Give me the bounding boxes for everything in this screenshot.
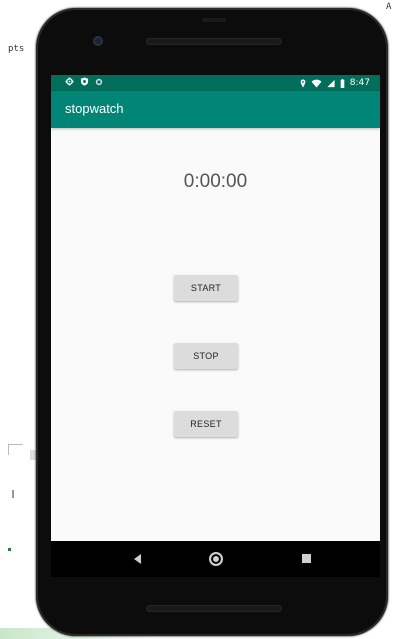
status-bar-system: 8:47	[300, 77, 370, 89]
shield-icon	[80, 77, 89, 86]
background-editor-gutter	[0, 440, 40, 560]
status-bar: 8:47	[51, 75, 380, 91]
background-corner-text: A	[386, 2, 392, 12]
app-toolbar: stopwatch	[51, 91, 380, 128]
sync-icon	[95, 78, 103, 85]
signal-icon	[327, 79, 335, 87]
background-editor-text: pts	[8, 44, 25, 54]
navigation-bar	[51, 541, 380, 577]
phone-screen: 8:47 stopwatch 0:00:00 START STOP RESET	[51, 75, 380, 577]
status-time: 8:47	[349, 78, 370, 88]
battery-icon	[340, 78, 345, 88]
phone-top-notch	[202, 18, 226, 22]
app-title: stopwatch	[65, 101, 124, 116]
status-bar-notifications	[65, 77, 103, 86]
stop-button[interactable]: STOP	[174, 343, 238, 369]
start-button[interactable]: START	[174, 275, 238, 301]
timer-display: 0:00:00	[183, 171, 248, 192]
top-speaker-grille	[146, 38, 282, 45]
recent-apps-icon[interactable]	[302, 554, 311, 563]
reset-button[interactable]: RESET	[174, 411, 238, 437]
phone-frame: 8:47 stopwatch 0:00:00 START STOP RESET	[36, 8, 388, 636]
wifi-icon	[311, 79, 322, 88]
location-icon	[300, 78, 306, 88]
back-icon[interactable]	[134, 554, 141, 564]
bottom-speaker-grille	[146, 605, 282, 612]
home-icon[interactable]	[209, 552, 223, 566]
settings-icon	[65, 77, 74, 86]
front-camera	[93, 36, 103, 46]
